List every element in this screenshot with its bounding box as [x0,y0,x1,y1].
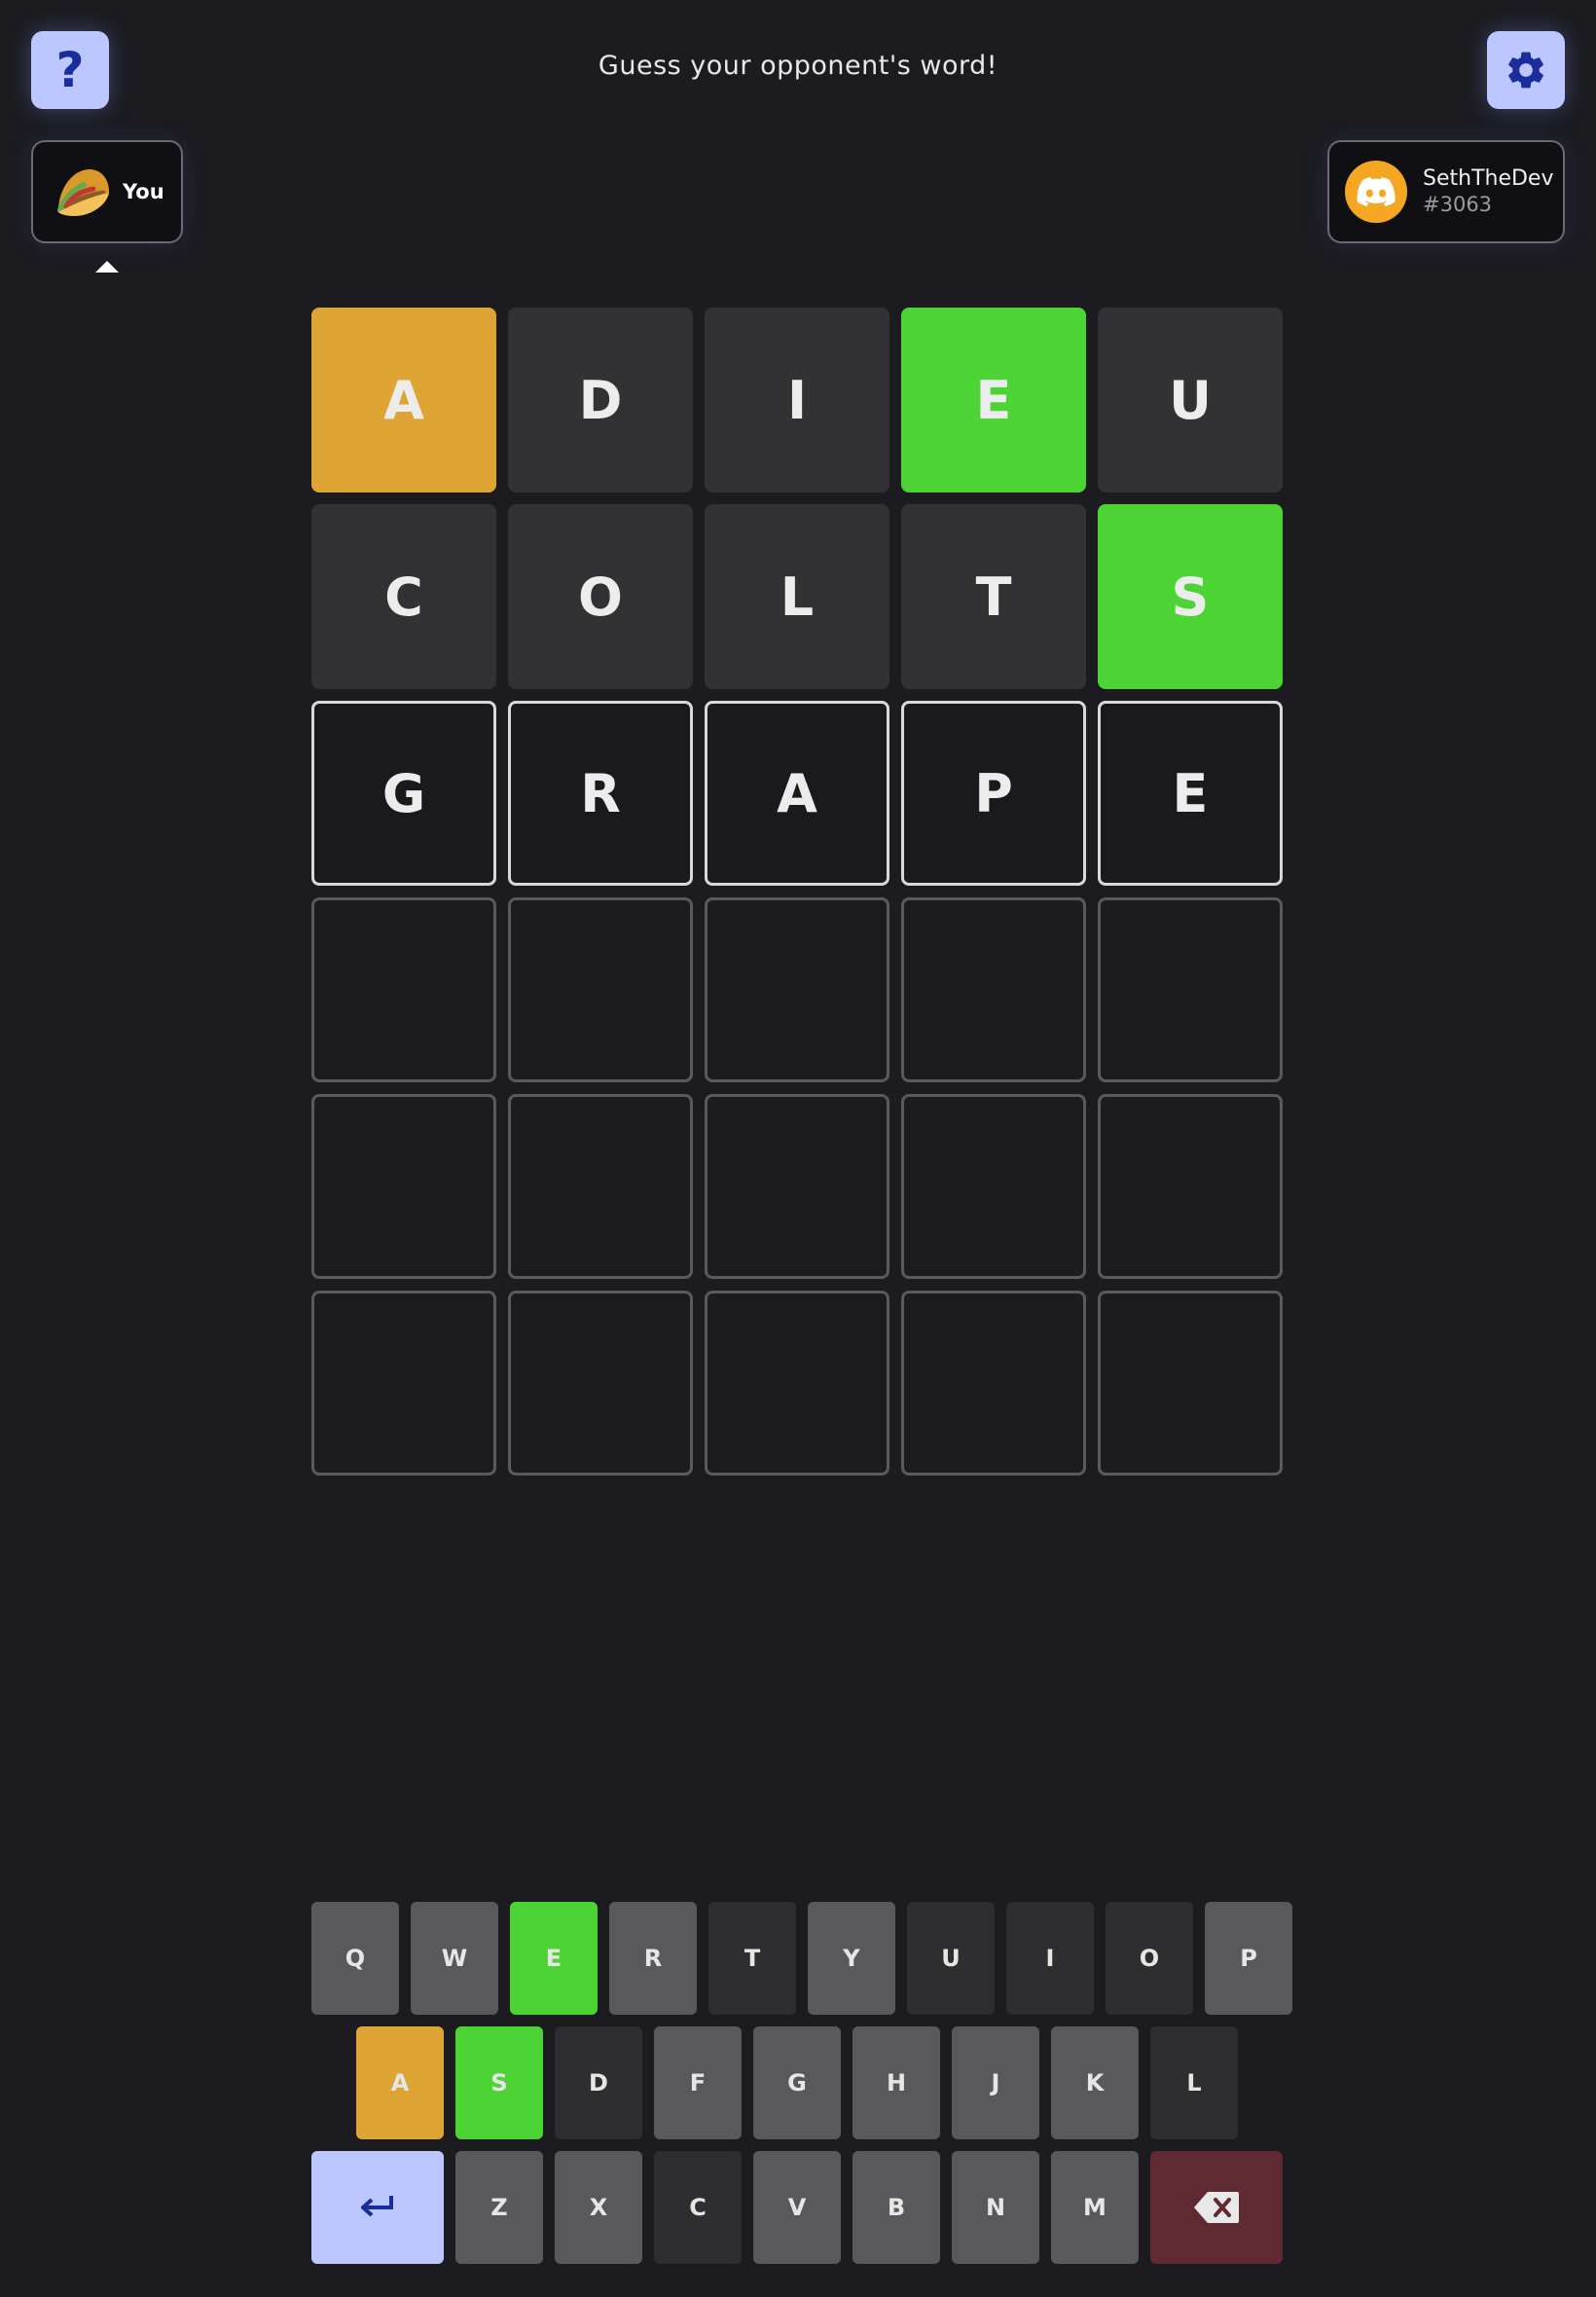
board-tile: A [311,308,496,492]
board-tile: C [311,504,496,689]
key-s[interactable]: S [455,2026,543,2139]
key-p[interactable]: P [1205,1902,1292,2015]
turn-indicator-caret [95,261,119,273]
key-y[interactable]: Y [808,1902,895,2015]
discord-icon [1357,177,1396,206]
key-f[interactable]: F [654,2026,742,2139]
board-tile [901,1291,1086,1476]
key-k[interactable]: K [1051,2026,1139,2139]
player-name-you: You [123,180,164,203]
player-card-you: You [31,140,183,243]
key-u[interactable]: U [907,1902,995,2015]
board-tile [705,1094,889,1279]
player-card-opponent: SethTheDev #3063 [1327,140,1565,243]
key-g[interactable]: G [753,2026,841,2139]
board-tile: A [705,701,889,886]
board-tile [311,1291,496,1476]
key-q[interactable]: Q [311,1902,399,2015]
board-tile: U [1098,308,1283,492]
board-tile [901,1094,1086,1279]
board-tile [311,1094,496,1279]
board-tile [901,897,1086,1082]
key-a[interactable]: A [356,2026,444,2139]
settings-button[interactable] [1487,31,1565,109]
board-tile [705,897,889,1082]
key-m[interactable]: M [1051,2151,1139,2264]
key-b[interactable]: B [852,2151,940,2264]
board-tile: E [1098,701,1283,886]
key-v[interactable]: V [753,2151,841,2264]
board-tile [508,1291,693,1476]
board-tile: R [508,701,693,886]
key-d[interactable]: D [555,2026,642,2139]
key-t[interactable]: T [708,1902,796,2015]
board-tile: O [508,504,693,689]
board-tile: S [1098,504,1283,689]
board-tile [508,1094,693,1279]
key-c[interactable]: C [654,2151,742,2264]
key-z[interactable]: Z [455,2151,543,2264]
enter-key[interactable] [311,2151,444,2264]
key-o[interactable]: O [1106,1902,1193,2015]
key-w[interactable]: W [411,1902,498,2015]
board-tile [1098,1094,1283,1279]
gear-icon [1508,52,1543,89]
board-tile [1098,1291,1283,1476]
backspace-key[interactable] [1150,2151,1283,2264]
board-tile: P [901,701,1086,886]
key-j[interactable]: J [952,2026,1039,2139]
key-n[interactable]: N [952,2151,1039,2264]
board-tile [705,1291,889,1476]
backspace-icon [1194,2192,1239,2223]
key-e[interactable]: E [510,1902,598,2015]
board-tile [1098,897,1283,1082]
game-prompt: Guess your opponent's word! [598,51,998,81]
key-i[interactable]: I [1006,1902,1094,2015]
key-h[interactable]: H [852,2026,940,2139]
board-tile: E [901,308,1086,492]
key-x[interactable]: X [555,2151,642,2264]
key-r[interactable]: R [609,1902,697,2015]
opponent-tag: #3063 [1423,192,1493,216]
key-l[interactable]: L [1150,2026,1238,2139]
board-tile: T [901,504,1086,689]
opponent-name: SethTheDev [1423,166,1554,192]
board-tile [311,897,496,1082]
enter-icon [361,2196,393,2217]
opponent-avatar [1345,161,1407,223]
board-tile: G [311,701,496,886]
taco-icon [57,169,109,216]
board-tile [508,897,693,1082]
board-tile: I [705,308,889,492]
board-tile: D [508,308,693,492]
board-tile: L [705,504,889,689]
